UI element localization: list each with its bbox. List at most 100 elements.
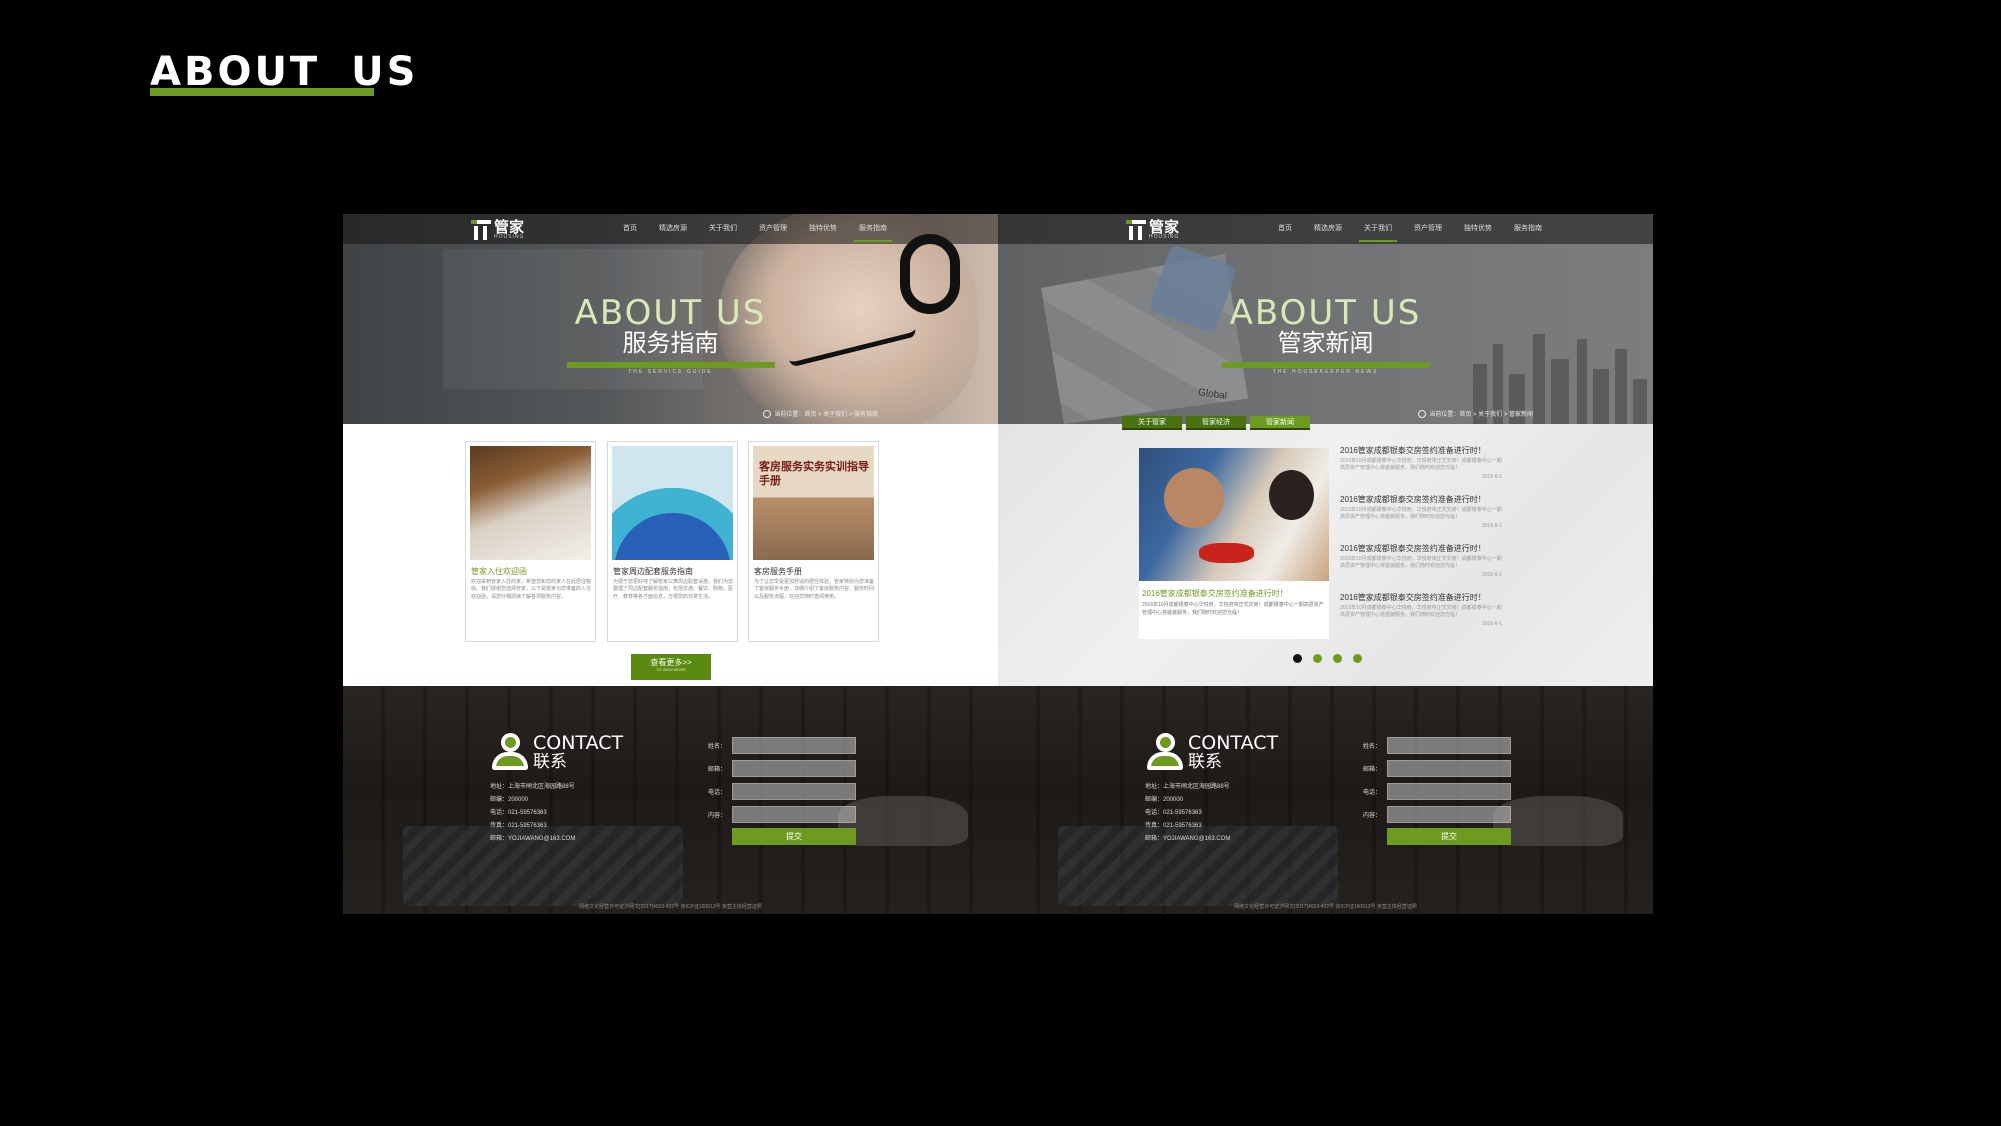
message-label: 内容： [708,813,727,819]
card-image-manual: 客房服务实务实训指导手册 [753,446,874,560]
message-field[interactable] [1387,806,1511,823]
carousel-dot-3[interactable] [1333,654,1342,663]
contact-heading: CONTACT 联系 [490,732,623,772]
nav-menu: 首页 精选房源 关于我们 资产管理 独特优势 服务指南 [612,214,898,244]
news-item[interactable]: 2016管家成都银泰交房签约准备进行时！ 2016年10月成都银泰中心华悦府，华… [1340,494,1502,543]
card-image-letter [470,446,591,560]
contact-title-en: CONTACT [533,732,624,754]
news-item-title[interactable]: 2016管家成都银泰交房签约准备进行时！ [1340,445,1502,456]
nav-item-listings[interactable]: 精选房源 [648,214,698,244]
news-item-title[interactable]: 2016管家成都银泰交房签约准备进行时！ [1340,543,1502,554]
email-label: 邮箱： [708,767,727,773]
hero-banner: ABOUT US 服务指南 THE SERVICE GUIDE 当前位置：首页 … [343,214,998,424]
guide-card-surroundings[interactable]: 管家周边配套服务指南 为便于您更好地了解管家公寓周边配套设施，我们为您整理了周边… [607,441,738,642]
location-icon [1418,409,1427,418]
breadcrumb-text[interactable]: 当前位置：首页 > 关于我们 > 服务指南 [774,409,878,418]
mockup-service-guide: ABOUT US 服务指南 THE SERVICE GUIDE 当前位置：首页 … [343,214,998,914]
phone-label: 电话： [1363,790,1382,796]
carousel-dots [1293,654,1362,663]
view-more-button[interactable]: 查看更多>> TO VIEW MORE [631,654,711,680]
nav-item-assets[interactable]: 资产管理 [748,214,798,244]
featured-news-body: 2016年10月成都银泰中心华悦府，华悦府将正式交房！成都银泰中心一期高层资产管… [1142,602,1324,616]
person-icon [1145,732,1185,772]
carousel-dot-2[interactable] [1313,654,1322,663]
guide-card-welcome[interactable]: 管家入住欢迎函 欢迎来到管家入住的家，希望您和您的家人在此居住愉快。我们感谢您选… [465,441,596,642]
nav-item-home[interactable]: 首页 [1267,214,1303,244]
nav-item-service-guide[interactable]: 服务指南 [848,214,898,244]
contact-title-en: CONTACT [1188,732,1279,754]
person-icon [490,732,530,772]
email-field[interactable] [1387,760,1511,777]
card-image-map [612,446,733,560]
contact-email: 邮箱：YOJIAWANG@163.COM [490,836,576,842]
carousel-dot-4[interactable] [1353,654,1362,663]
news-item-title[interactable]: 2016管家成都银泰交房签约准备进行时！ [1340,494,1502,505]
contact-heading: CONTACT 联系 [1145,732,1278,772]
news-item-body: 2016年10月成都银泰中心华悦府，华悦府将正式交房！成都银泰中心一期高层资产管… [1340,605,1502,619]
contact-section: CONTACT 联系 地址：上海市闸北区海园路88号 邮编：200000 电话：… [343,686,998,914]
location-icon [763,409,772,418]
contact-address: 地址：上海市闸北区海园路88号 [490,784,575,790]
breadcrumb-text[interactable]: 当前位置：首页 > 关于我们 > 管家新闻 [1429,409,1533,418]
submit-button[interactable]: 提交 [732,828,856,845]
nav-item-home[interactable]: 首页 [612,214,648,244]
phone-field[interactable] [732,783,856,800]
nav-menu: 首页 精选房源 关于我们 资产管理 独特优势 服务指南 [1267,214,1553,244]
contact-address: 地址：上海市闸北区海园路88号 [1145,784,1230,790]
phone-field[interactable] [1387,783,1511,800]
email-label: 邮箱： [1363,767,1382,773]
contact-fax: 传真：021-59576363 [490,823,547,829]
card-body: 为便于您更好地了解管家公寓周边配套设施，我们为您整理了周边配套服务指南，包括交通… [613,579,734,600]
hero-subtitle: THE SERVICE GUIDE [628,368,713,375]
breadcrumb: 当前位置：首页 > 关于我们 > 管家新闻 [1418,409,1533,418]
news-item[interactable]: 2016管家成都银泰交房签约准备进行时！ 2016年10月成都银泰中心华悦府，华… [1340,543,1502,592]
nav-item-service-guide[interactable]: 服务指南 [1503,214,1553,244]
nav-item-assets[interactable]: 资产管理 [1403,214,1453,244]
news-item[interactable]: 2016管家成都银泰交房签约准备进行时！ 2016年10月成都银泰中心华悦府，华… [1340,445,1502,494]
nav-item-about[interactable]: 关于我们 [698,214,748,244]
submit-button[interactable]: 提交 [1387,828,1511,845]
featured-news-title[interactable]: 2016管家成都银泰交房签约准备进行时！ [1142,588,1326,599]
site-logo[interactable]: 管家 HOUSING [1126,218,1179,242]
card-title[interactable]: 客房服务手册 [754,566,802,577]
logo-cn: 管家 [1149,219,1180,236]
news-list: 2016管家成都银泰交房签约准备进行时！ 2016年10月成都银泰中心华悦府，华… [1340,445,1502,641]
site-logo[interactable]: 管家 HOUSING [471,218,524,242]
card-body: 欢迎来到管家入住的家，希望您和您的家人在此居住愉快。我们感谢您选择管家，以下是管… [471,579,592,600]
tab-about-housekeeper[interactable]: 关于管家 [1122,416,1182,430]
news-item-date: 2016-6-1 [1481,522,1502,529]
contact-postcode: 邮编：200000 [1145,797,1184,803]
guide-card-room-service[interactable]: 客房服务实务实训指导手册 客房服务手册 为了让您享受更加舒适的居住体验，管家特别… [748,441,879,642]
contact-email: 邮箱：YOJIAWANG@163.COM [1145,836,1231,842]
nav-item-about[interactable]: 关于我们 [1353,214,1403,244]
contact-info: 地址：上海市闸北区海园路88号 邮编：200000 电话：021-5957636… [490,781,575,846]
card-title[interactable]: 管家周边配套服务指南 [613,566,693,577]
news-item-title[interactable]: 2016管家成都银泰交房签约准备进行时！ [1340,592,1502,603]
news-item[interactable]: 2016管家成都银泰交房签约准备进行时！ 2016年10月成都银泰中心华悦府，华… [1340,592,1502,641]
card-title[interactable]: 管家入住欢迎函 [471,566,527,577]
name-field[interactable] [1387,737,1511,754]
carousel-dot-1[interactable] [1293,654,1302,663]
logo-en: HOUSING [1149,234,1180,240]
copyright: 网络文化经营许可证沪网文[2017]4023-432号 京ICP证160913号… [579,904,762,910]
mockup-news: Global ABOUT US 管家新闻 THE HOUSEKEEPER NEW… [998,214,1653,914]
message-field[interactable] [732,806,856,823]
logo-icon [471,220,491,240]
contact-form: 姓名： 邮箱： 电话： 内容： 提交 [1363,734,1523,845]
contact-phone: 电话：021-59576363 [1145,810,1202,816]
service-guide-section: 管家入住欢迎函 欢迎来到管家入住的家，希望您和您的家人在此居住愉快。我们感谢您选… [343,424,998,686]
copyright: 网络文化经营许可证沪网文[2017]4023-432号 京ICP证160913号… [1234,904,1417,910]
name-label: 姓名： [708,744,727,750]
name-field[interactable] [732,737,856,754]
email-field[interactable] [732,760,856,777]
nav-item-listings[interactable]: 精选房源 [1303,214,1353,244]
contact-postcode: 邮编：200000 [490,797,529,803]
hero-subtitle: THE HOUSEKEEPER NEWS [1272,368,1379,375]
nav-item-advantages[interactable]: 独特优势 [798,214,848,244]
tab-housekeeper-news[interactable]: 管家新闻 [1250,416,1310,430]
top-nav: 管家 HOUSING 首页 精选房源 关于我们 资产管理 独特优势 服务指南 [343,214,998,244]
nav-item-advantages[interactable]: 独特优势 [1453,214,1503,244]
tab-housekeeper-economy[interactable]: 管家经济 [1186,416,1246,430]
breadcrumb: 当前位置：首页 > 关于我们 > 服务指南 [763,409,878,418]
featured-news-card[interactable]: 2016管家成都银泰交房签约准备进行时！ 2016年10月成都银泰中心华悦府，华… [1139,448,1329,639]
